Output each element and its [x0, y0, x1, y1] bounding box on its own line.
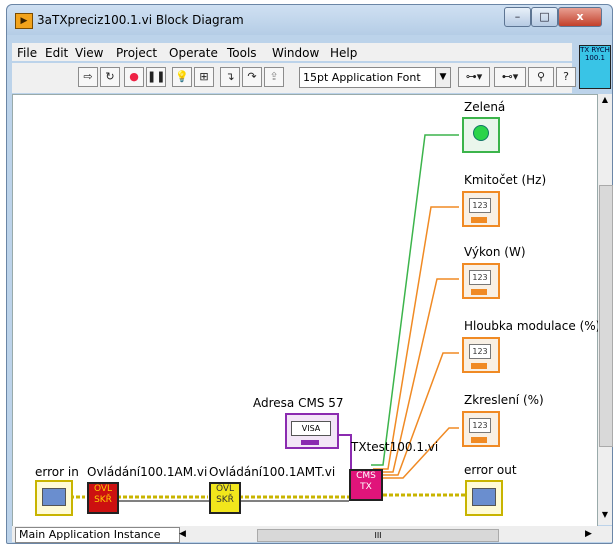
menu-window[interactable]: Window: [272, 46, 319, 60]
font-select-value: 15pt Application Font: [303, 71, 421, 84]
block-diagram-canvas[interactable]: Zelená Kmitočet (Hz) 123 Výkon (W) 123 H…: [12, 94, 601, 527]
align-objects-icon[interactable]: ⊶▾: [458, 67, 490, 87]
wire-kmitocet: [373, 206, 459, 470]
zkresleni-indicator[interactable]: 123: [462, 411, 500, 447]
error-in-control[interactable]: [35, 480, 73, 516]
hloubka-indicator[interactable]: 123: [462, 337, 500, 373]
retain-wire-values-icon[interactable]: ⊞: [194, 67, 214, 87]
wires-layer: [70, 134, 465, 502]
title-bar[interactable]: ▶ 3aTXpreciz100.1.vi Block Diagram – □ x: [7, 5, 612, 35]
minimize-button[interactable]: –: [504, 7, 531, 27]
help-icon[interactable]: ?: [556, 67, 576, 87]
vi-icon: TX RYCH 100.1: [579, 45, 611, 89]
error-out-indicator[interactable]: [465, 480, 503, 516]
label-ovl2: Ovládání100.1AMT.vi: [209, 465, 336, 479]
step-into-icon[interactable]: ↴: [220, 67, 240, 87]
label-error-in: error in: [35, 465, 79, 479]
numeric-display: 123: [469, 198, 491, 213]
label-hloubka: Hloubka modulace (%): [464, 319, 601, 333]
menu-edit[interactable]: Edit: [45, 46, 68, 60]
application-instance-selector[interactable]: Main Application Instance: [15, 527, 180, 543]
chevron-down-icon: ▼: [435, 68, 450, 87]
label-kmitocet: Kmitočet (Hz): [464, 173, 547, 187]
distribute-objects-icon[interactable]: ⊷▾: [494, 67, 526, 87]
window-title: 3aTXpreciz100.1.vi Block Diagram: [37, 13, 244, 27]
ovl1-subvi[interactable]: OVL SKŘ: [87, 482, 119, 514]
step-over-icon[interactable]: ↷: [242, 67, 262, 87]
menu-bar: File Edit View Project Operate Tools Win…: [12, 43, 572, 61]
label-error-out: error out: [464, 463, 517, 477]
menu-project[interactable]: Project: [116, 46, 157, 60]
pause-icon[interactable]: ❚❚: [146, 67, 166, 87]
label-zkresleni: Zkreslení (%): [464, 393, 544, 407]
run-continuously-icon[interactable]: ↻: [100, 67, 120, 87]
visa-resource-control[interactable]: VISA: [285, 413, 339, 449]
numeric-display: 123: [469, 270, 491, 285]
zelena-led-indicator[interactable]: [462, 117, 500, 153]
menu-view[interactable]: View: [75, 46, 103, 60]
highlight-execution-icon[interactable]: 💡: [172, 67, 192, 87]
maximize-button[interactable]: □: [531, 7, 558, 27]
label-vykon: Výkon (W): [464, 245, 526, 259]
scroll-down-icon[interactable]: ▼: [599, 510, 611, 522]
label-txtest: TXtest100.1.vi: [351, 440, 439, 454]
ovl2-subvi[interactable]: OVL SKŘ: [209, 482, 241, 514]
cms-tx-subvi[interactable]: CMS TX: [349, 469, 383, 501]
menu-tools[interactable]: Tools: [227, 46, 257, 60]
menu-file[interactable]: File: [17, 46, 37, 60]
close-button[interactable]: x: [558, 7, 602, 27]
scroll-up-icon[interactable]: ▲: [599, 95, 611, 107]
label-ovl1: Ovládání100.1AM.vi: [87, 465, 208, 479]
main-window: ▶ 3aTXpreciz100.1.vi Block Diagram – □ x…: [6, 4, 613, 544]
visa-display: VISA: [291, 421, 331, 436]
step-out-icon[interactable]: ⇪: [264, 67, 284, 87]
scroll-right-icon[interactable]: ▶: [585, 529, 592, 539]
run-arrow-icon[interactable]: ⇨: [78, 67, 98, 87]
menu-help[interactable]: Help: [330, 46, 357, 60]
reorder-icon[interactable]: ⚲: [528, 67, 554, 87]
label-zelena: Zelená: [464, 100, 506, 114]
vertical-scroll-thumb[interactable]: [599, 185, 613, 447]
numeric-display: 123: [469, 418, 491, 433]
menu-operate[interactable]: Operate: [169, 46, 218, 60]
horizontal-scroll-thumb[interactable]: III: [257, 529, 499, 542]
labview-icon: ▶: [15, 13, 33, 29]
kmitocet-indicator[interactable]: 123: [462, 191, 500, 227]
label-adresa: Adresa CMS 57: [253, 396, 344, 410]
font-select[interactable]: 15pt Application Font ▼: [299, 67, 451, 88]
scroll-left-icon[interactable]: ◀: [179, 529, 186, 539]
abort-icon[interactable]: ●: [124, 67, 144, 87]
numeric-display: 123: [469, 344, 491, 359]
toolbar: ⇨ ↻ ● ❚❚ 💡 ⊞ ↴ ↷ ⇪ 15pt Application Font…: [12, 63, 576, 93]
vykon-indicator[interactable]: 123: [462, 263, 500, 299]
